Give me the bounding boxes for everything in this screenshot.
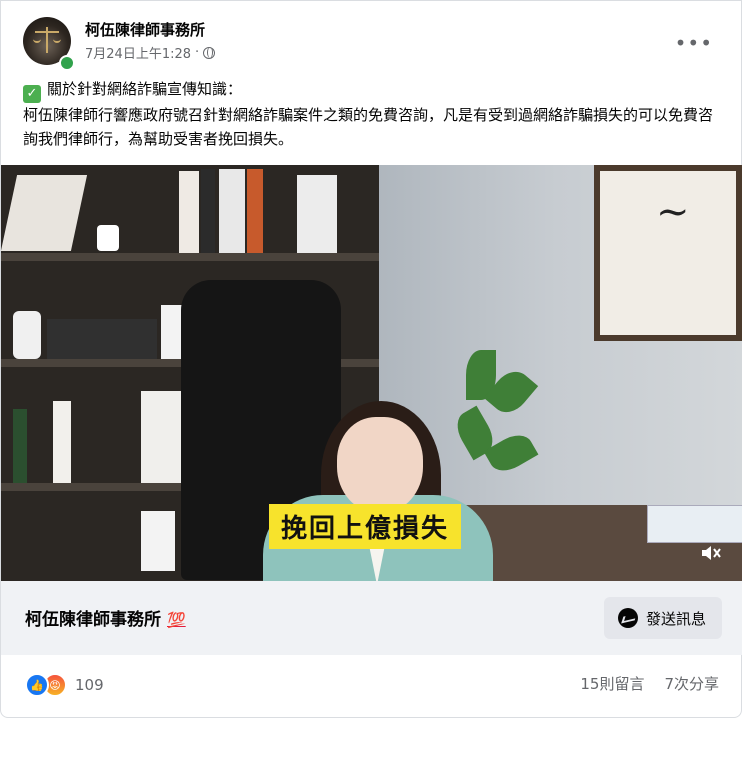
hundred-points-icon: 💯	[167, 611, 186, 629]
post-timestamp[interactable]: 7月24日上午1:28	[85, 43, 191, 62]
book-stack	[647, 505, 742, 543]
speaker-muted-icon[interactable]	[696, 539, 724, 567]
post-text-heading: 關於針對網絡詐騙宣傳知識：	[47, 80, 243, 98]
reaction-count: 109	[75, 676, 104, 694]
online-status-dot	[59, 55, 75, 71]
post-text: ✓ 關於針對網絡詐騙宣傳知識： 柯伍陳律師行響應政府號召針對網絡詐騙案件之類的免費…	[23, 77, 723, 151]
plant	[450, 340, 539, 490]
post-card: 柯伍陳律師事務所 7月24日上午1:28 · ••• ✓ 關於針對網絡詐騙宣傳知識…	[0, 0, 742, 718]
post-header: 柯伍陳律師事務所 7月24日上午1:28 · •••	[15, 13, 727, 71]
shares-link[interactable]: 7次分享	[664, 673, 719, 694]
engagement-stats: 15則留言 7次分享	[580, 673, 719, 694]
messenger-icon	[617, 608, 638, 628]
like-icon: 👍	[25, 673, 49, 697]
footer-page-name[interactable]: 柯伍陳律師事務所 💯	[25, 605, 186, 630]
video-caption: 挽回上億損失	[269, 504, 462, 549]
post-meta: 7月24日上午1:28 ·	[85, 43, 216, 62]
send-message-label: 發送訊息	[645, 609, 706, 628]
checkmark-icon: ✓	[23, 85, 41, 103]
reaction-summary[interactable]: 👍 😡 109	[25, 673, 104, 697]
comments-link[interactable]: 15則留言	[580, 673, 644, 694]
calligraphy-frame: ~	[594, 165, 742, 341]
page-footer: 柯伍陳律師事務所 💯 發送訊息	[1, 581, 742, 655]
globe-icon	[203, 46, 216, 59]
send-message-button[interactable]: 發送訊息	[603, 597, 722, 639]
page-name-link[interactable]: 柯伍陳律師事務所	[85, 19, 205, 40]
more-options-icon[interactable]: •••	[675, 31, 713, 55]
post-text-body: 柯伍陳律師行響應政府號召針對網絡詐騙案件之類的免費咨詢，凡是有受到過網絡詐騙損失…	[23, 106, 714, 148]
video-player[interactable]: ~ 挽回上億損失	[1, 165, 742, 581]
